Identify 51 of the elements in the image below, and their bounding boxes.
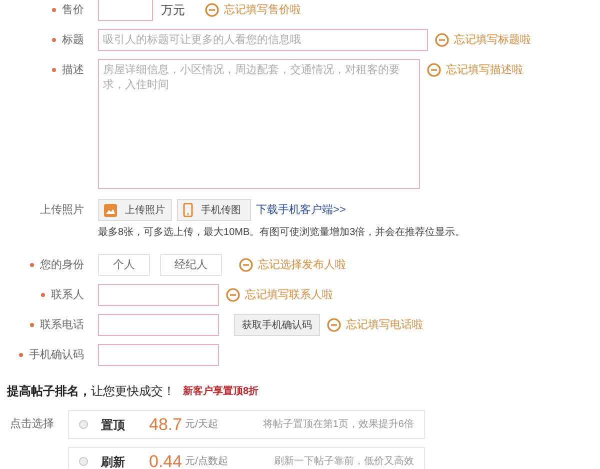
upload-photo-button[interactable]: 上传照片 <box>98 199 172 221</box>
upload-hint: 最多8张，可多选上传，最大10MB。有图可使浏览量增加3倍，并会在推荐位显示。 <box>98 226 466 240</box>
phone-upload-button[interactable]: 手机传图 <box>177 199 251 221</box>
price-unit: 元/点数起 <box>185 454 228 469</box>
promotion-option[interactable]: 置顶 48.7 元/天起 将帖子置顶在第1页，效果提升6倍 <box>68 410 425 439</box>
field-label: 联系电话 <box>40 318 84 333</box>
error-message: 忘记填写描述啦 <box>446 62 523 78</box>
title-field[interactable]: 吸引人的标题可让更多的人看您的信息哦 <box>98 29 428 51</box>
error-icon <box>226 288 240 302</box>
option-name: 置顶 <box>101 416 126 434</box>
error-icon <box>205 3 219 17</box>
text-field[interactable] <box>98 344 219 366</box>
field-label: 您的身份 <box>40 258 84 273</box>
option-name: 刷新 <box>101 454 126 469</box>
radio-button[interactable] <box>79 457 88 466</box>
error-message: 忘记填写售价啦 <box>224 2 301 18</box>
error-message: 忘记选择发布人啦 <box>258 258 346 273</box>
identity-option[interactable]: 个人 <box>98 254 150 276</box>
phone-field[interactable] <box>98 314 219 336</box>
get-code-button[interactable]: 获取手机确认码 <box>234 314 320 336</box>
price-field[interactable] <box>98 0 153 21</box>
text-field[interactable] <box>98 284 219 306</box>
error-message: 忘记填写电话啦 <box>346 318 423 333</box>
field-label: 联系人 <box>51 288 84 303</box>
unit-label: 万元 <box>161 2 185 19</box>
error-icon <box>327 318 341 332</box>
error-icon <box>239 258 253 272</box>
option-description: 将帖子置顶在第1页，效果提升6倍 <box>262 418 414 432</box>
download-link[interactable]: 下载手机客户端>> <box>256 202 346 218</box>
promotion-heading: 提高帖子排名，让您更快成交！ <box>7 383 175 400</box>
discount-note: 新客户享置顶8折 <box>183 384 259 398</box>
field-label: 点击选择 <box>9 416 55 432</box>
field-label: 手机确认码 <box>29 348 84 363</box>
price-unit: 元/天起 <box>185 418 218 432</box>
option-price: 0.44 <box>149 450 182 469</box>
error-message: 忘记填写标题啦 <box>454 32 531 48</box>
field-label: 上传照片 <box>40 202 84 218</box>
promotion-option[interactable]: 刷新 0.44 元/点数起 刷新一下帖子靠前，低价又高效 <box>68 447 425 469</box>
error-icon <box>435 33 449 47</box>
description-field[interactable]: 房屋详细信息，小区情况，周边配套，交通情况，对租客的要求，入住时间 <box>98 59 420 189</box>
option-price: 48.7 <box>149 414 182 436</box>
field-label: 描述 <box>62 62 84 78</box>
field-label: 售价 <box>62 2 84 18</box>
phone-icon <box>183 203 193 217</box>
radio-button[interactable] <box>79 420 88 429</box>
image-icon <box>104 204 117 216</box>
error-icon <box>427 63 441 77</box>
error-message: 忘记填写联系人啦 <box>245 288 333 303</box>
option-description: 刷新一下帖子靠前，低价又高效 <box>274 454 414 469</box>
identity-option[interactable]: 经纪人 <box>160 254 222 276</box>
field-label: 标题 <box>62 32 84 48</box>
